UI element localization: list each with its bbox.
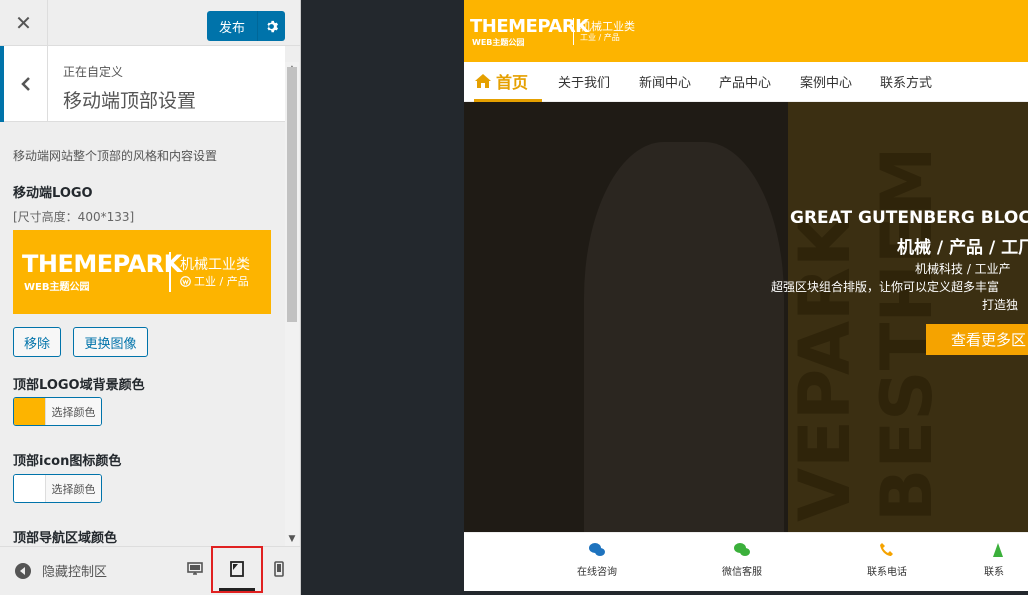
- contact-icon: [993, 543, 1003, 557]
- close-icon: ✕: [15, 11, 32, 35]
- icon-color-swatch: [14, 475, 45, 502]
- hero-text-1: 机械科技 / 工业产: [915, 262, 1011, 276]
- icon-color-label: 顶部icon图标颜色: [13, 454, 122, 469]
- chat-icon: [589, 543, 605, 556]
- nav-cases[interactable]: 案例中心: [800, 72, 852, 91]
- section-description: 移动端网站整个顶部的风格和内容设置: [13, 149, 218, 163]
- hero-text-2: 超强区块组合排版，让你可以定义超多丰富: [771, 280, 1000, 294]
- bg-color-label: 顶部LOGO域背景颜色: [13, 378, 145, 393]
- nav-about[interactable]: 关于我们: [558, 72, 610, 91]
- site-nav: 首页 关于我们 新闻中心 产品中心 案例中心 联系方式: [464, 62, 1028, 102]
- nav-contact[interactable]: 联系方式: [880, 72, 932, 91]
- tablet-highlight-box: [211, 546, 263, 593]
- close-customizer-button[interactable]: ✕: [0, 0, 48, 46]
- hero-bg-text: VEPARK BESTHEM: [784, 146, 948, 522]
- remove-button[interactable]: 移除: [13, 327, 61, 357]
- desktop-preview-button[interactable]: [183, 557, 207, 581]
- site-logo-sub: WEB主题公园: [472, 38, 525, 47]
- bottom-consult[interactable]: 在线咨询: [557, 541, 637, 578]
- logo-divider: [169, 252, 171, 292]
- publish-label: 发布: [218, 20, 245, 36]
- bottom-contact-label: 联系: [984, 567, 1004, 578]
- logo-setting-label: 移动端LOGO: [13, 186, 93, 201]
- hide-controls-button[interactable]: 隐藏控制区: [14, 561, 107, 580]
- nav-products[interactable]: 产品中心: [719, 72, 771, 91]
- scroll-down-icon[interactable]: ▼: [285, 532, 299, 546]
- wechat-icon: [734, 543, 750, 556]
- logo-sub-text: WEB主题公园: [24, 282, 90, 293]
- site-preview: THEMEPARK WEB主题公园 机械工业类 工业 / 产品 首页 关于我们 …: [464, 0, 1028, 591]
- nav-color-label: 顶部导航区域颜色: [13, 531, 118, 546]
- icon-color-select-label: 选择颜色: [45, 475, 101, 502]
- mobile-icon: [274, 561, 284, 577]
- bottom-wechat[interactable]: 微信客服: [702, 541, 782, 578]
- hero-subheading: 机械 / 产品 / 工厂: [897, 238, 1028, 258]
- bottom-phone[interactable]: 联系电话: [847, 541, 927, 578]
- publish-settings-gear-icon[interactable]: [258, 20, 285, 33]
- icon-color-picker[interactable]: 选择颜色: [13, 474, 102, 503]
- hero-heading: GREAT GUTENBERG BLOC: [790, 208, 1028, 228]
- bottom-phone-label: 联系电话: [867, 567, 907, 578]
- hide-controls-label: 隐藏控制区: [42, 565, 108, 580]
- phone-icon: [880, 543, 893, 556]
- bg-color-select-label: 选择颜色: [45, 398, 101, 425]
- nav-home[interactable]: 首页: [474, 69, 528, 93]
- nav-news[interactable]: 新闻中心: [639, 72, 691, 91]
- site-logo-tags: 工业 / 产品: [580, 33, 620, 42]
- hero-cta-button[interactable]: 查看更多区: [926, 324, 1028, 355]
- logo-tags-row: 工业 / 产品: [180, 273, 249, 289]
- mobile-preview-button[interactable]: [267, 557, 291, 581]
- section-title: 移动端顶部设置: [63, 90, 197, 112]
- change-image-button[interactable]: 更换图像: [73, 327, 148, 357]
- bg-color-picker[interactable]: 选择颜色: [13, 397, 102, 426]
- bottom-wechat-label: 微信客服: [722, 567, 762, 578]
- collapse-icon: [15, 562, 31, 579]
- logo-preview: THEMEPARK WEB主题公园 机械工业类 工业 / 产品: [13, 230, 271, 314]
- panel-scrollbar[interactable]: ▲ ▼: [285, 62, 299, 546]
- customizer-topbar: ✕ 发布: [0, 0, 300, 46]
- section-header: 正在自定义 移动端顶部设置: [0, 46, 285, 122]
- bg-color-swatch: [14, 398, 45, 425]
- site-logo-divider: [573, 18, 574, 45]
- nav-home-label: 首页: [496, 73, 529, 92]
- breadcrumb: 正在自定义: [63, 65, 124, 79]
- logo-category: 机械工业类: [180, 257, 250, 273]
- publish-button[interactable]: 发布: [207, 11, 285, 41]
- logo-size-note: [尺寸高度：400*133]: [13, 210, 135, 224]
- logo-tags: 工业 / 产品: [194, 275, 249, 288]
- hero-text-3: 打造独: [982, 298, 1019, 312]
- hero-figure: [584, 142, 784, 532]
- mobile-bottom-bar: 在线咨询 微信客服 联系电话 联系: [464, 532, 1028, 591]
- customizer-panel: ✕ 发布 正在自定义 移动端顶部设置 ▲ ▼ 移动端网站整个顶部的风格和内容设置…: [0, 0, 301, 595]
- desktop-icon: [187, 561, 203, 575]
- bottom-consult-label: 在线咨询: [577, 567, 617, 578]
- hero-banner: VEPARK BESTHEM GREAT GUTENBERG BLOC 机械 /…: [464, 102, 1028, 532]
- back-button[interactable]: [0, 46, 48, 122]
- wordpress-icon: [180, 275, 191, 287]
- site-logo-main: THEMEPARK: [470, 16, 589, 37]
- logo-main-text: THEMEPARK: [22, 250, 182, 278]
- site-header: THEMEPARK WEB主题公园 机械工业类 工业 / 产品: [464, 0, 1028, 62]
- bottom-contact[interactable]: 联系: [984, 541, 1028, 578]
- home-icon: [475, 74, 491, 88]
- chevron-left-icon: [20, 77, 30, 91]
- scroll-thumb[interactable]: [287, 67, 297, 322]
